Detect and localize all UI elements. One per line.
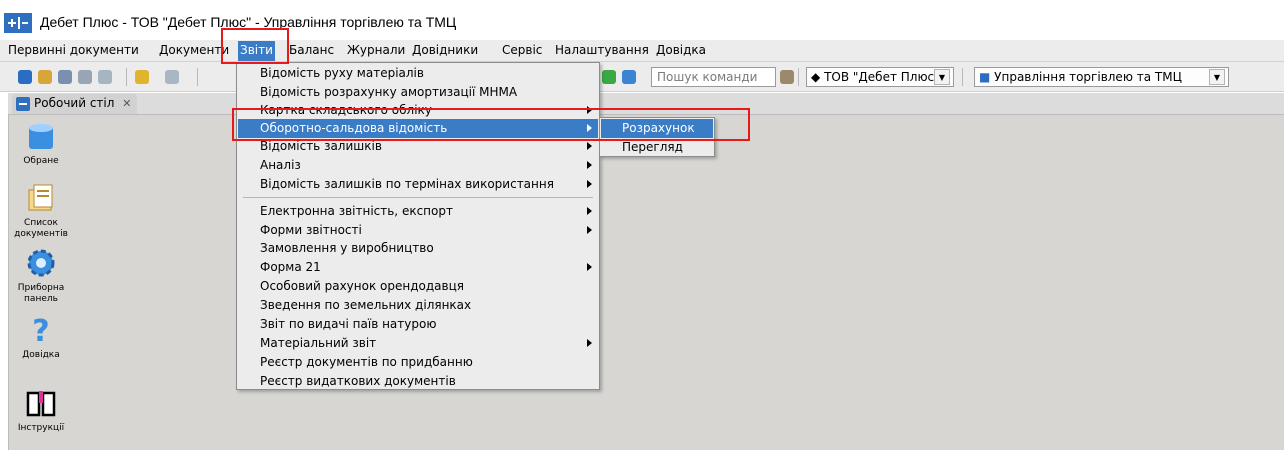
- desktop-icon: [16, 97, 30, 111]
- menu-help[interactable]: Довідка: [656, 43, 706, 57]
- list-icon[interactable]: [78, 70, 92, 84]
- menu-item-form-21[interactable]: Форма 21: [238, 258, 598, 277]
- menu-balance[interactable]: Баланс: [289, 43, 334, 57]
- submenu-arrow-icon: [587, 207, 592, 215]
- question-mark-icon: ?: [32, 314, 49, 346]
- desktop-favorites[interactable]: Обране: [10, 120, 72, 167]
- title-bar: Дебет Плюс - ТОВ "Дебет Плюс" - Управлін…: [0, 0, 1284, 40]
- submenu-arrow-icon: [587, 263, 592, 271]
- menu-item-stock-by-term[interactable]: Відомість залишків по термінах використа…: [238, 175, 598, 194]
- menu-item-production-order[interactable]: Замовлення у виробництво: [238, 239, 598, 258]
- menu-item-shares-in-kind[interactable]: Звіт по видачі паїв натурою: [238, 315, 598, 334]
- desktop-dashboard-label: Приборна панель: [17, 283, 65, 304]
- menu-item-materials-movement[interactable]: Відомість руху матеріалів: [238, 64, 598, 83]
- command-search-input[interactable]: Пошук команди: [651, 67, 776, 87]
- company-select-value: ТОВ "Дебет Плюс": [824, 70, 940, 84]
- desktop-document-list-label: Список документів: [14, 218, 68, 239]
- desktop-favorites-label: Обране: [23, 156, 59, 166]
- user-icon[interactable]: [780, 70, 794, 84]
- menu-item-analysis[interactable]: Аналіз: [238, 156, 598, 175]
- desktop-instructions-label: Інструкції: [17, 423, 65, 433]
- toolbar-separator: [197, 68, 198, 86]
- menu-item-purchase-register[interactable]: Реєстр документів по придбанню: [238, 353, 598, 372]
- menu-service[interactable]: Сервіс: [502, 43, 542, 57]
- menu-separator: [243, 197, 593, 198]
- book-icon: [26, 391, 56, 417]
- menu-item-land-plots-summary[interactable]: Зведення по земельних ділянках: [238, 296, 598, 315]
- toolbar-separator: [126, 68, 127, 86]
- tab-desktop[interactable]: Робочий стіл ✕: [12, 94, 138, 114]
- module-select[interactable]: ■ Управління торгівлею та ТМЦ ▼: [974, 67, 1229, 87]
- tab-desktop-label: Робочий стіл: [34, 96, 115, 110]
- menu-directories[interactable]: Довідники: [412, 43, 478, 57]
- chevron-down-icon[interactable]: ▼: [934, 69, 950, 85]
- menu-item-amortization-mnma[interactable]: Відомість розрахунку амортизації МНМА: [238, 83, 598, 102]
- save-icon[interactable]: [18, 70, 32, 84]
- new-document-icon[interactable]: [165, 70, 179, 84]
- desktop-help[interactable]: ? Довідка: [10, 314, 72, 361]
- menu-documents[interactable]: Документи: [159, 43, 229, 57]
- desktop-instructions[interactable]: Інструкції: [10, 387, 72, 434]
- diamond-icon: ◆: [811, 70, 821, 84]
- toolbar-separator: [798, 68, 799, 86]
- menu-item-e-reporting-export[interactable]: Електронна звітність, експорт: [238, 202, 598, 221]
- submenu-arrow-icon: [587, 142, 592, 150]
- desktop-dashboard[interactable]: Приборна панель: [10, 247, 72, 305]
- close-icon[interactable]: ✕: [122, 97, 131, 110]
- mail-icon[interactable]: [622, 70, 636, 84]
- menu-item-material-report[interactable]: Матеріальний звіт: [238, 334, 598, 353]
- open-icon[interactable]: [135, 70, 149, 84]
- module-select-value: Управління торгівлею та ТМЦ: [994, 70, 1182, 84]
- submenu-arrow-icon: [587, 226, 592, 234]
- submenu-arrow-icon: [587, 339, 592, 347]
- refresh-icon[interactable]: [602, 70, 616, 84]
- menu-bar: Первинні документи Документи Звіти Балан…: [0, 40, 1284, 62]
- company-select[interactable]: ◆ ТОВ "Дебет Плюс" ▼: [806, 67, 954, 87]
- app-logo-icon: [4, 13, 32, 33]
- desktop-help-label: Довідка: [22, 350, 60, 360]
- annotation-box-turnover-calculation: [232, 108, 750, 141]
- svg-text:?: ?: [32, 314, 49, 346]
- report-icon[interactable]: [98, 70, 112, 84]
- submenu-arrow-icon: [587, 180, 592, 188]
- menu-item-expense-register[interactable]: Реєстр видаткових документів: [238, 372, 598, 391]
- desktop-workspace: Обране Список документів Приборна панель…: [8, 115, 1284, 450]
- print-icon[interactable]: [38, 70, 52, 84]
- menu-item-landlord-account[interactable]: Особовий рахунок орендодавця: [238, 277, 598, 296]
- toolbar-separator: [962, 68, 963, 86]
- menu-journals[interactable]: Журнали: [347, 43, 405, 57]
- toolbar: Пошук команди ◆ ТОВ "Дебет Плюс" ▼ ■ Упр…: [0, 62, 1284, 92]
- gear-icon: [27, 249, 55, 277]
- menu-settings[interactable]: Налаштування: [555, 43, 649, 57]
- edit-icon[interactable]: [58, 70, 72, 84]
- module-icon: ■: [979, 70, 991, 84]
- menu-item-report-forms[interactable]: Форми звітності: [238, 221, 598, 240]
- menu-primary-documents[interactable]: Первинні документи: [8, 43, 139, 57]
- folder-box-icon: [29, 124, 53, 149]
- desktop-document-list[interactable]: Список документів: [10, 182, 72, 240]
- submenu-arrow-icon: [587, 161, 592, 169]
- chevron-down-icon[interactable]: ▼: [1209, 69, 1225, 85]
- annotation-box-reports-menu: [221, 28, 289, 64]
- document-list-icon: [28, 184, 53, 211]
